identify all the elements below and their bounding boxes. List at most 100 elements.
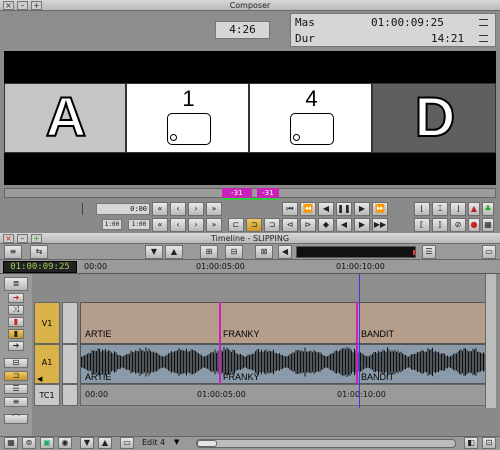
bracket-left-button[interactable]: ⟦ (414, 218, 430, 232)
sequence-icon[interactable]: ▲ (468, 202, 480, 216)
timeline-tracks[interactable]: ARTIE FRANKY BANDIT ARTIE FRANKY BANDIT … (80, 274, 496, 408)
fit-icon[interactable]: ◧ (464, 437, 478, 449)
trim-a-button[interactable]: ⊏ (228, 218, 244, 232)
jog-control[interactable] (82, 203, 88, 215)
step-back2-button[interactable]: ‹ (170, 218, 186, 232)
trim-both-button[interactable]: ⌶ (432, 202, 448, 216)
image-icon[interactable]: ▣ (40, 437, 54, 449)
step-back-button[interactable]: ‹ (170, 202, 186, 216)
splice-button[interactable]: ◆ (318, 218, 334, 232)
expand-icon[interactable]: ⊡ (482, 437, 496, 449)
zoom-slider-thumb[interactable] (197, 440, 217, 447)
video-clip-v1[interactable]: ARTIE FRANKY BANDIT (80, 302, 496, 344)
segment-tool-button[interactable]: ⊟ (225, 245, 243, 259)
frame-1[interactable]: 1 (126, 83, 249, 153)
frame-4[interactable]: 4 (249, 83, 372, 153)
frame-d[interactable]: D (372, 83, 496, 153)
up-arrow-icon[interactable]: ▲ (98, 437, 112, 449)
red-arrow-icon[interactable]: ➜ (8, 293, 24, 303)
step-fwd2-button[interactable]: › (188, 218, 204, 232)
trim-tool-button[interactable]: ⊞ (200, 245, 218, 259)
track-header-v1-monitor[interactable] (62, 302, 78, 344)
small-field-1[interactable]: 1:00 (102, 219, 122, 230)
menu-icon[interactable] (479, 35, 488, 42)
fast-forward-button[interactable]: » (206, 202, 222, 216)
dropdown-icon[interactable]: ▼ (145, 245, 163, 259)
collapse-icon[interactable]: ▲ (165, 245, 183, 259)
no-entry-icon[interactable]: ⊘ (450, 218, 466, 232)
timeline-scrollbar[interactable] (485, 274, 496, 408)
menu-icon[interactable] (479, 19, 488, 26)
ffwd2-button[interactable]: » (206, 218, 222, 232)
layers-icon[interactable]: ☰ (4, 384, 28, 394)
composer-titlebar[interactable]: × – + Composer (0, 0, 500, 11)
playhead[interactable] (359, 274, 360, 408)
trim-left-button[interactable]: ⌊ (414, 202, 430, 216)
composer-monitor[interactable]: A 1 4 D (4, 51, 496, 185)
track-header-tc1[interactable]: TC1 (34, 384, 60, 406)
extract-button[interactable]: ▶▶ (372, 218, 388, 232)
rect-icon[interactable]: ▭ (482, 245, 496, 259)
small-field-2[interactable]: 1:00 (128, 219, 150, 230)
position-bar[interactable]: -31 -31 (4, 188, 496, 200)
bracket-right-button[interactable]: ⟧ (432, 218, 448, 232)
align-icon[interactable]: ≡ (4, 397, 28, 407)
edit-point-left[interactable] (219, 302, 221, 384)
down-arrow-icon[interactable]: ▼ (80, 437, 94, 449)
record-icon[interactable]: ● (468, 218, 480, 232)
mark-in-button[interactable]: ⊲ (282, 218, 298, 232)
link-icon[interactable]: ⊚ (22, 437, 36, 449)
toggle-icon[interactable]: ⊟ (4, 358, 28, 368)
monitor-icon[interactable]: ▭ (120, 437, 134, 449)
yellow-segment-icon[interactable]: ▮ (8, 329, 24, 339)
speaker-icon[interactable]: ◀ (37, 375, 42, 383)
zoom-slider[interactable] (196, 439, 456, 448)
go-start-button[interactable]: ⏮ (282, 202, 298, 216)
audio-clip-a1[interactable]: ARTIE FRANKY BANDIT (80, 344, 496, 384)
grid-icon[interactable]: ▦ (4, 437, 18, 449)
next-edit-button[interactable]: ⏩ (372, 202, 388, 216)
prev-edit-button[interactable]: ⏪ (300, 202, 316, 216)
mas-label[interactable]: Mas (295, 16, 315, 29)
trim-right-button[interactable]: ⌋ (450, 202, 466, 216)
mark-clip-button[interactable]: ⊳ (300, 218, 316, 232)
curve-icon[interactable]: ⌒ (4, 414, 28, 424)
menu-icon[interactable]: ≣ (4, 277, 28, 291)
timeline-titlebar[interactable]: × – + Timeline - SLIPPING (0, 233, 500, 244)
track-header-v1[interactable]: V1 (34, 302, 60, 344)
ribbon-icon[interactable]: ⇆ (30, 245, 48, 259)
position-timecode[interactable]: 01:00:09:25 (3, 261, 77, 273)
overwrite-button[interactable]: ◀ (336, 218, 352, 232)
step-forward-button[interactable]: › (188, 202, 204, 216)
play-reverse-button[interactable]: ◀ (318, 202, 334, 216)
track-header-a1-monitor[interactable] (62, 344, 78, 384)
play-button[interactable]: ▶ (354, 202, 370, 216)
trim-ab-button[interactable]: ⊐ (246, 218, 262, 232)
dropdown-icon[interactable]: ▼ (174, 438, 179, 446)
track-header-tc1-monitor[interactable] (62, 384, 78, 406)
video-icon[interactable]: ◉ (58, 437, 72, 449)
menu-icon[interactable]: ≡ (4, 245, 22, 259)
track-header-a1[interactable]: A1 ◀ (34, 344, 60, 384)
slip-indicator-left[interactable]: -31 (222, 188, 252, 198)
rewind-button[interactable]: « (152, 202, 168, 216)
jog-field[interactable]: 0:00 (96, 203, 150, 215)
splice-icon[interactable]: ⤨ (8, 305, 24, 315)
slip-mode-icon[interactable]: ⊐ (4, 371, 28, 381)
pause-button[interactable]: ❚❚ (336, 202, 352, 216)
arrow-icon[interactable]: ➔ (8, 341, 24, 351)
edit-label[interactable]: Edit 4 (142, 438, 165, 447)
speaker-icon[interactable]: ◀ (278, 245, 292, 259)
list-icon[interactable]: ☰ (422, 245, 436, 259)
grid-icon[interactable]: ▦ (482, 218, 494, 232)
frame-a[interactable]: A (4, 83, 126, 153)
link-tool-button[interactable]: ⊠ (255, 245, 273, 259)
center-timecode-display[interactable]: 4:26 (215, 21, 270, 39)
red-marker-icon[interactable]: ▮ (8, 317, 24, 327)
rewind-fast-button[interactable]: « (152, 218, 168, 232)
lift-button[interactable]: ▶ (354, 218, 370, 232)
slip-indicator-right[interactable]: -31 (257, 188, 279, 198)
trim-b-button[interactable]: ⊐ (264, 218, 280, 232)
dur-label[interactable]: Dur (295, 32, 315, 45)
timeline-ruler[interactable]: 01:00:09:25 00:00 01:00:05:00 01:00:10:0… (0, 260, 500, 274)
